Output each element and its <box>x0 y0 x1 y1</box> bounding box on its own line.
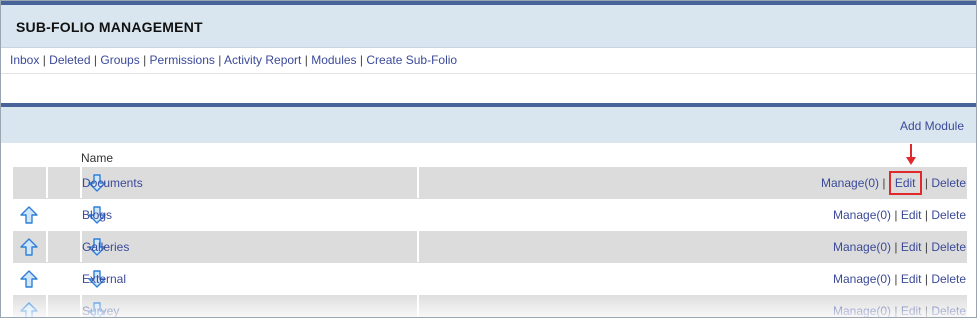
arrow-up-icon[interactable] <box>20 238 38 256</box>
table-row: Galleries Manage(0) | Edit | Delete <box>13 231 967 263</box>
name-cell <box>81 199 417 230</box>
nav-create-sub-folio[interactable]: Create Sub-Folio <box>366 53 457 67</box>
nav-permissions[interactable]: Permissions <box>150 53 215 67</box>
down-cell <box>47 199 106 230</box>
nav-divider <box>1 73 976 74</box>
delete-link[interactable]: Delete <box>931 240 966 254</box>
edit-link[interactable]: Edit <box>895 176 916 190</box>
add-module-button[interactable]: Add Module <box>900 119 964 133</box>
page-header: SUB-FOLIO MANAGEMENT <box>1 5 976 48</box>
row-actions: Manage(0) | Edit | Delete <box>833 304 966 318</box>
module-name-link[interactable]: Galleries <box>82 240 129 254</box>
up-cell <box>13 263 46 294</box>
name-cell <box>81 295 419 317</box>
edit-link[interactable]: Edit <box>901 304 922 317</box>
manage-link[interactable]: Manage(0) <box>833 240 891 254</box>
nav-links: Inbox | Deleted | Groups | Permissions |… <box>10 53 458 67</box>
arrow-up-icon[interactable] <box>20 270 38 288</box>
edit-link[interactable]: Edit <box>901 208 922 222</box>
arrow-up-icon[interactable] <box>20 206 38 224</box>
nav-inbox[interactable]: Inbox <box>10 53 39 67</box>
down-cell <box>47 263 106 294</box>
arrow-up-icon[interactable] <box>20 302 38 318</box>
callout-arrow-icon <box>906 144 916 165</box>
table-row: External Manage(0) | Edit | Delete <box>13 263 967 295</box>
up-cell <box>13 167 48 198</box>
delete-link[interactable]: Delete <box>931 176 966 190</box>
up-cell <box>13 231 48 262</box>
nav-modules[interactable]: Modules <box>311 53 356 67</box>
module-name-link[interactable]: Blogs <box>82 208 112 222</box>
manage-link[interactable]: Manage(0) <box>821 176 879 190</box>
row-actions: Manage(0) | Edit | Delete <box>833 272 966 286</box>
sub-folio-panel: SUB-FOLIO MANAGEMENT Inbox | Deleted | G… <box>0 0 977 318</box>
modules-table: Documents Manage(0) | Edit | Delete Blog… <box>13 167 967 318</box>
row-actions: Manage(0) | Edit | Delete <box>821 171 966 195</box>
module-name-link[interactable]: External <box>82 272 126 286</box>
name-cell <box>81 231 419 262</box>
down-cell <box>47 295 106 317</box>
manage-link[interactable]: Manage(0) <box>833 304 891 317</box>
table-row: Blogs Manage(0) | Edit | Delete <box>13 199 967 231</box>
down-cell <box>47 167 106 198</box>
nav-deleted[interactable]: Deleted <box>49 53 90 67</box>
up-cell <box>13 199 46 230</box>
table-row: Documents Manage(0) | Edit | Delete <box>13 167 967 199</box>
manage-link[interactable]: Manage(0) <box>833 272 891 286</box>
module-name-link[interactable]: Documents <box>82 176 143 190</box>
module-name-link[interactable]: Survey <box>82 304 119 317</box>
delete-link[interactable]: Delete <box>931 208 966 222</box>
delete-link[interactable]: Delete <box>931 272 966 286</box>
edit-link[interactable]: Edit <box>901 272 922 286</box>
nav-activity-report[interactable]: Activity Report <box>224 53 301 67</box>
delete-link[interactable]: Delete <box>931 304 966 317</box>
down-cell <box>47 231 106 262</box>
column-header-name: Name <box>81 151 114 165</box>
page-title: SUB-FOLIO MANAGEMENT <box>16 19 203 35</box>
manage-link[interactable]: Manage(0) <box>833 208 891 222</box>
row-actions: Manage(0) | Edit | Delete <box>833 208 966 222</box>
nav-groups[interactable]: Groups <box>100 53 139 67</box>
up-cell <box>13 295 48 318</box>
row-actions: Manage(0) | Edit | Delete <box>833 240 966 254</box>
name-cell <box>81 263 417 294</box>
edit-link[interactable]: Edit <box>901 240 922 254</box>
modules-header: Add Module <box>1 107 976 143</box>
edit-highlight-box: Edit <box>888 171 922 195</box>
table-row: Survey Manage(0) | Edit | Delete <box>13 295 967 318</box>
